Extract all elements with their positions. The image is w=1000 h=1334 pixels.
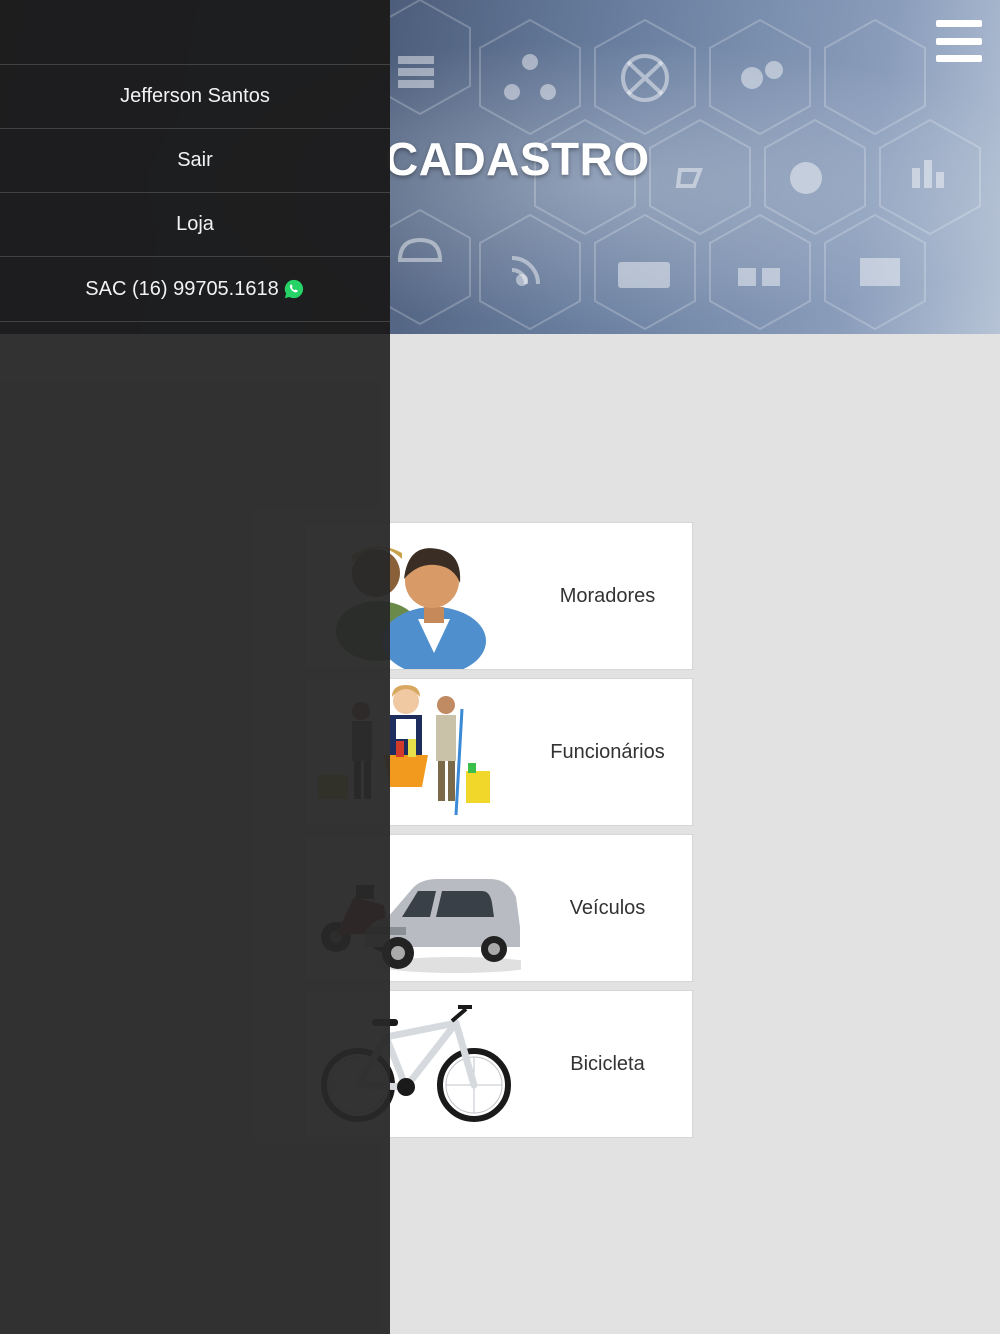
card-label: Funcionários: [550, 740, 665, 763]
menu-item-label: SAC (16) 99705.1618: [85, 277, 279, 300]
hamburger-line: [936, 55, 982, 62]
menu-item-label: Jefferson Santos: [120, 85, 270, 107]
menu-item-sac[interactable]: SAC (16) 99705.1618: [0, 256, 390, 322]
card-label: Moradores: [559, 584, 656, 607]
menu-item-label: Sair: [177, 149, 213, 171]
card-label: Veículos: [569, 896, 646, 919]
side-drawer: Jefferson Santos Sair Loja SAC (16) 9970…: [0, 0, 390, 1334]
hamburger-line: [936, 20, 982, 27]
menu-item-sair[interactable]: Sair: [0, 128, 390, 192]
drawer-menu: Jefferson Santos Sair Loja SAC (16) 9970…: [0, 64, 390, 322]
hamburger-icon[interactable]: [936, 20, 982, 62]
menu-item-loja[interactable]: Loja: [0, 192, 390, 256]
page-title: CADASTRO: [385, 133, 650, 185]
menu-item-label: Loja: [176, 213, 214, 235]
menu-item-user[interactable]: Jefferson Santos: [0, 64, 390, 128]
whatsapp-icon: [284, 279, 303, 299]
card-label: Bicicleta: [570, 1052, 645, 1075]
hamburger-line: [936, 37, 982, 45]
